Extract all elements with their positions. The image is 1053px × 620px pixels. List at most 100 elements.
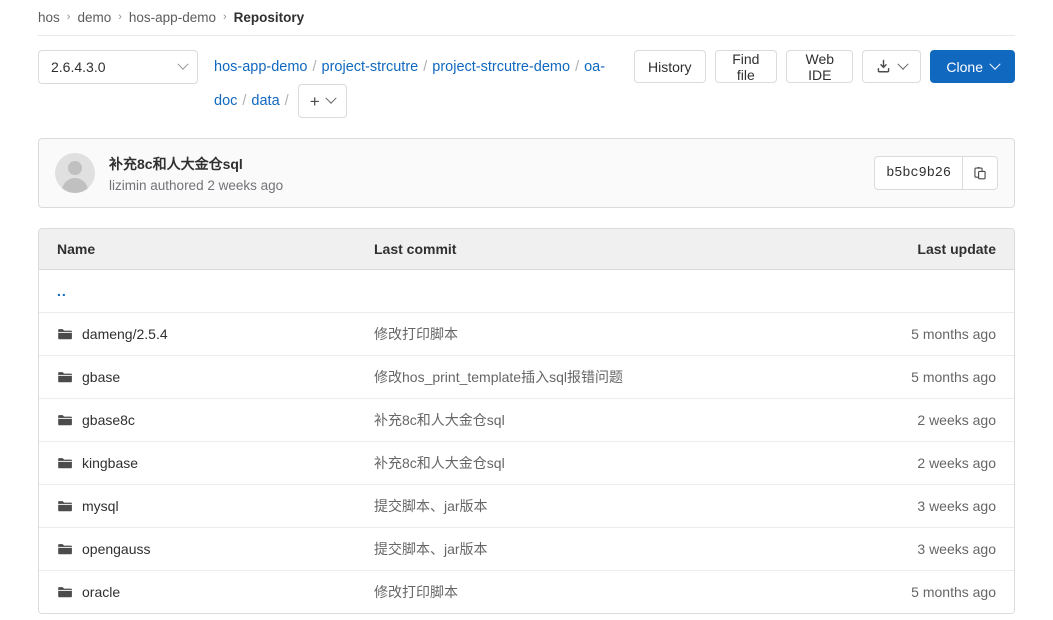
branch-selector[interactable]: 2.6.4.3.0 xyxy=(38,50,198,84)
cell-name: opengauss xyxy=(39,541,374,557)
folder-icon xyxy=(57,584,73,600)
folder-icon xyxy=(57,412,73,428)
add-to-tree-button[interactable]: + xyxy=(298,84,347,118)
breadcrumb-separator: › xyxy=(67,11,71,23)
table-header-row: Name Last commit Last update xyxy=(39,229,1014,270)
cell-last-update: 3 weeks ago xyxy=(834,498,1014,514)
path-and-actions: hos-app-demo/project-strcutre/project-st… xyxy=(198,50,1015,118)
find-file-button[interactable]: Find file xyxy=(715,50,778,83)
cell-name: gbase xyxy=(39,369,374,385)
path-separator: / xyxy=(285,93,289,109)
file-name-link[interactable]: oracle xyxy=(82,584,120,600)
cell-name: oracle xyxy=(39,584,374,600)
path-segment-project-strcutre[interactable]: project-strcutre xyxy=(322,59,419,75)
breadcrumb-separator: › xyxy=(223,11,227,23)
clone-button-label: Clone xyxy=(946,59,983,75)
cell-last-update: 2 weeks ago xyxy=(834,455,1014,471)
path-segment-project-strcutre-demo[interactable]: project-strcutre-demo xyxy=(432,59,570,75)
cell-last-update: 5 months ago xyxy=(834,326,1014,342)
file-name-link[interactable]: gbase xyxy=(82,369,120,385)
chevron-down-icon xyxy=(898,58,909,69)
web-ide-button[interactable]: Web IDE xyxy=(786,50,853,83)
file-name-link[interactable]: mysql xyxy=(82,498,119,514)
folder-icon xyxy=(57,455,73,471)
file-tree-table: Name Last commit Last update .. dameng/2… xyxy=(38,228,1015,614)
parent-directory-row[interactable]: .. xyxy=(39,270,1014,313)
commit-author[interactable]: lizimin xyxy=(109,178,147,193)
commit-text: 补充8c和人大金仓sql lizimin authored 2 weeks ag… xyxy=(109,154,283,193)
branch-selector-value: 2.6.4.3.0 xyxy=(51,59,106,75)
table-row[interactable]: gbase8c 补充8c和人大金仓sql2 weeks ago xyxy=(39,399,1014,442)
file-path-breadcrumb: hos-app-demo/project-strcutre/project-st… xyxy=(214,50,634,118)
cell-last-update: 5 months ago xyxy=(834,584,1014,600)
avatar xyxy=(55,153,95,193)
breadcrumb: hos › demo › hos-app-demo › Repository xyxy=(0,0,1053,28)
cell-name: kingbase xyxy=(39,455,374,471)
folder-icon xyxy=(57,369,73,385)
copy-sha-button[interactable] xyxy=(963,157,997,189)
column-header-last-commit: Last commit xyxy=(374,241,834,257)
chevron-down-icon xyxy=(325,93,336,104)
commit-message[interactable]: 补充8c和人大金仓sql xyxy=(109,154,283,174)
last-commit-panel: 补充8c和人大金仓sql lizimin authored 2 weeks ag… xyxy=(38,138,1015,208)
parent-directory-name: .. xyxy=(39,283,374,299)
file-name-link[interactable]: dameng/2.5.4 xyxy=(82,326,168,342)
column-header-last-update: Last update xyxy=(834,241,1014,257)
file-name-link[interactable]: kingbase xyxy=(82,455,138,471)
cell-name: gbase8c xyxy=(39,412,374,428)
parent-directory-link[interactable]: .. xyxy=(57,283,67,299)
path-separator: / xyxy=(313,59,317,75)
table-row[interactable]: kingbase 补充8c和人大金仓sql2 weeks ago xyxy=(39,442,1014,485)
clone-button[interactable]: Clone xyxy=(930,50,1015,83)
path-segment-hos-app-demo[interactable]: hos-app-demo xyxy=(214,59,308,75)
avatar-head xyxy=(68,161,82,175)
cell-name: dameng/2.5.4 xyxy=(39,326,374,342)
file-name-link[interactable]: opengauss xyxy=(82,541,151,557)
table-row[interactable]: gbase 修改hos_print_template插入sql报错问题5 mont… xyxy=(39,356,1014,399)
plus-icon: + xyxy=(310,93,320,110)
breadcrumb-item-hos-app-demo[interactable]: hos-app-demo xyxy=(129,10,216,25)
commit-sha[interactable]: b5bc9b26 xyxy=(875,157,963,189)
download-icon xyxy=(876,59,891,74)
breadcrumb-item-hos[interactable]: hos xyxy=(38,10,60,25)
path-segment-data[interactable]: data xyxy=(251,93,279,109)
cell-last-commit[interactable]: 修改打印脚本 xyxy=(374,582,834,602)
path-separator: / xyxy=(242,93,246,109)
cell-last-commit[interactable]: 修改打印脚本 xyxy=(374,324,834,344)
path-separator: / xyxy=(423,59,427,75)
breadcrumb-item-demo[interactable]: demo xyxy=(77,10,111,25)
history-button[interactable]: History xyxy=(634,50,706,83)
table-row[interactable]: opengauss 提交脚本、jar版本3 weeks ago xyxy=(39,528,1014,571)
table-row[interactable]: oracle 修改打印脚本5 months ago xyxy=(39,571,1014,613)
table-row[interactable]: mysql 提交脚本、jar版本3 weeks ago xyxy=(39,485,1014,528)
copy-icon xyxy=(973,166,987,180)
breadcrumb-divider xyxy=(38,35,1015,36)
commit-sha-group: b5bc9b26 xyxy=(874,156,998,190)
folder-icon xyxy=(57,541,73,557)
breadcrumb-item-repository: Repository xyxy=(234,10,305,25)
path-separator: / xyxy=(575,59,579,75)
chevron-down-icon xyxy=(989,58,1000,69)
download-button[interactable] xyxy=(862,50,921,83)
breadcrumb-separator: › xyxy=(118,11,122,23)
cell-name: mysql xyxy=(39,498,374,514)
cell-last-update: 5 months ago xyxy=(834,369,1014,385)
cell-last-commit[interactable]: 补充8c和人大金仓sql xyxy=(374,410,834,430)
cell-last-update: 2 weeks ago xyxy=(834,412,1014,428)
column-header-name: Name xyxy=(39,241,374,257)
commit-info: 补充8c和人大金仓sql lizimin authored 2 weeks ag… xyxy=(55,153,283,193)
cell-last-commit[interactable]: 提交脚本、jar版本 xyxy=(374,496,834,516)
commit-meta: lizimin authored 2 weeks ago xyxy=(109,178,283,193)
cell-last-update: 3 weeks ago xyxy=(834,541,1014,557)
cell-last-commit[interactable]: 修改hos_print_template插入sql报错问题 xyxy=(374,367,834,387)
tree-controls: 2.6.4.3.0 hos-app-demo/project-strcutre/… xyxy=(38,50,1015,118)
file-name-link[interactable]: gbase8c xyxy=(82,412,135,428)
commit-timestamp: authored 2 weeks ago xyxy=(150,178,283,193)
cell-last-commit[interactable]: 提交脚本、jar版本 xyxy=(374,539,834,559)
folder-icon xyxy=(57,498,73,514)
table-row[interactable]: dameng/2.5.4 修改打印脚本5 months ago xyxy=(39,313,1014,356)
cell-last-commit[interactable]: 补充8c和人大金仓sql xyxy=(374,453,834,473)
folder-icon xyxy=(57,326,73,342)
avatar-body xyxy=(62,178,88,193)
chevron-down-icon xyxy=(177,59,188,70)
